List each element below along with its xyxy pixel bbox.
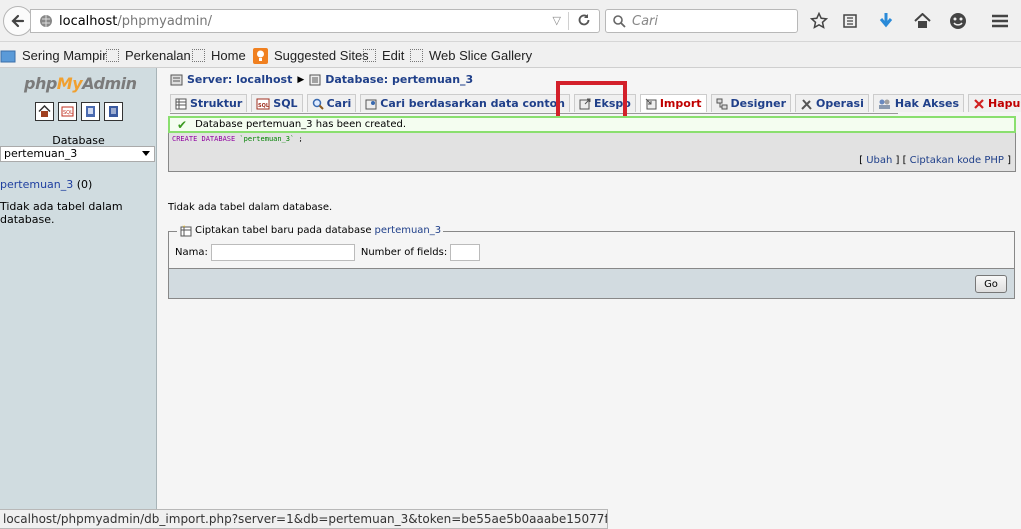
go-button[interactable]: Go xyxy=(975,275,1007,293)
home-icon[interactable] xyxy=(35,102,54,121)
database-icon xyxy=(309,74,321,85)
tab-hapus[interactable]: Hapus xyxy=(968,94,1021,112)
back-button[interactable] xyxy=(3,6,33,36)
globe-icon xyxy=(40,15,52,27)
tab-sql[interactable]: SQL SQL xyxy=(251,94,303,112)
table-count: (0) xyxy=(73,178,93,191)
create-table-footer: Go xyxy=(168,268,1015,299)
download-icon[interactable] xyxy=(876,11,896,31)
database-select[interactable]: pertemuan_3 xyxy=(0,146,155,162)
checkmark-icon: ✔ xyxy=(177,117,188,132)
sql-links: [ Ubah ] [ Ciptakan kode PHP ] xyxy=(859,155,1011,166)
no-tables-note: Tidak ada tabel dalam database. xyxy=(0,200,123,226)
create-table-legend: Ciptakan tabel baru pada database pertemu… xyxy=(177,224,444,237)
svg-text:SQL: SQL xyxy=(258,103,270,109)
sql-query-icon[interactable]: SQL xyxy=(58,102,77,121)
search-icon xyxy=(613,15,626,28)
breadcrumb: Server: localhost ▶ Database: pertemuan_… xyxy=(170,73,473,86)
create-table-form: Ciptakan tabel baru pada database pertemu… xyxy=(168,224,1015,268)
reading-list-icon[interactable] xyxy=(840,11,860,31)
url-bar[interactable]: localhost/phpmyadmin/ ▽ xyxy=(30,9,600,33)
search-bar[interactable]: Cari xyxy=(605,9,798,33)
create-php-code-link[interactable]: Ciptakan kode PHP xyxy=(910,155,1004,166)
success-text: Database pertemuan_3 has been created. xyxy=(195,119,407,130)
bookmarks-toolbar: Sering Mampir Perkenalan Home Suggested … xyxy=(0,42,1021,68)
menu-icon[interactable] xyxy=(990,11,1010,31)
table-name-input[interactable] xyxy=(210,244,355,261)
bookmark-perkenalan[interactable]: Perkenalan xyxy=(106,47,191,64)
url-dropdown-icon[interactable]: ▽ xyxy=(553,14,561,27)
sql-icon: SQL xyxy=(256,98,270,110)
svg-text:SQL: SQL xyxy=(63,110,73,116)
tab-struktur[interactable]: Struktur xyxy=(170,94,248,112)
query-icon xyxy=(365,98,377,110)
reload-icon[interactable] xyxy=(577,13,591,30)
tab-hak-akses[interactable]: Hak Akses xyxy=(872,94,965,112)
quick-icons: SQL xyxy=(35,102,123,121)
breadcrumb-server[interactable]: Server: localhost xyxy=(187,73,292,86)
edit-query-link[interactable]: Ubah xyxy=(866,155,892,166)
privileges-icon xyxy=(878,98,892,110)
database-link[interactable]: pertemuan_3 xyxy=(0,178,73,191)
back-arrow-icon xyxy=(11,14,25,28)
create-table-db-link[interactable]: pertemuan_3 xyxy=(375,225,442,236)
phpmyadmin-logo[interactable]: phpMyAdmin xyxy=(24,74,137,93)
bookmark-home[interactable]: Home xyxy=(192,47,246,64)
search-input[interactable]: Cari xyxy=(632,14,658,29)
bookmark-web-slice-gallery[interactable]: Web Slice Gallery xyxy=(410,47,532,64)
bookmark-suggested-sites[interactable]: Suggested Sites xyxy=(253,47,369,64)
new-table-icon xyxy=(180,224,192,237)
success-message: ✔ Database pertemuan_3 has been created. xyxy=(168,116,1016,133)
tab-cari-berdasarkan-data-contoh[interactable]: Cari berdasarkan data contoh xyxy=(360,94,571,112)
browser-navbar: localhost/phpmyadmin/ ▽ Cari xyxy=(0,0,1021,42)
breadcrumb-separator-icon: ▶ xyxy=(297,74,305,85)
page-icon xyxy=(192,49,205,62)
tab-operasi[interactable]: Operasi xyxy=(795,94,869,112)
sql-query-code: CREATE DATABASE `pertemuan_3` ; xyxy=(172,135,303,143)
tab-divider xyxy=(170,113,898,114)
documentation-icon[interactable] xyxy=(81,102,100,121)
search-icon xyxy=(312,98,324,110)
bookmarks-folder-icon xyxy=(0,50,16,62)
create-table-fields: Nama: Number of fields: xyxy=(175,244,481,261)
page-icon xyxy=(363,49,376,62)
import-icon xyxy=(645,98,657,110)
smiley-icon[interactable] xyxy=(948,11,968,31)
main-pane: Server: localhost ▶ Database: pertemuan_… xyxy=(158,68,1021,509)
server-icon xyxy=(170,74,183,85)
database-entry: pertemuan_3 (0) xyxy=(0,178,92,191)
drop-icon xyxy=(973,98,985,110)
structure-icon xyxy=(175,98,187,110)
name-label: Nama: xyxy=(175,247,208,258)
tab-import[interactable]: Import xyxy=(639,94,707,112)
bookmark-edit[interactable]: Edit xyxy=(363,47,404,64)
bookmark-star-icon[interactable] xyxy=(809,11,829,31)
url-text: localhost/phpmyadmin/ xyxy=(59,13,212,29)
breadcrumb-database[interactable]: Database: pertemuan_3 xyxy=(325,73,473,86)
navigation-pane: phpMyAdmin SQL Database pertemuan_3 pert… xyxy=(0,68,157,509)
tab-designer[interactable]: Designer xyxy=(710,94,791,112)
mysql-docs-icon[interactable] xyxy=(104,102,123,121)
sql-query-box: CREATE DATABASE `pertemuan_3` ; [ Ubah ]… xyxy=(168,133,1016,172)
page-icon xyxy=(410,49,423,62)
designer-icon xyxy=(716,98,728,110)
number-of-fields-label: Number of fields: xyxy=(360,247,448,258)
chevron-down-icon xyxy=(142,151,150,156)
bookmark-sering-mampir[interactable]: Sering Mampir xyxy=(0,47,107,64)
suggested-sites-icon xyxy=(253,47,268,64)
number-of-fields-input[interactable] xyxy=(450,244,481,261)
operations-icon xyxy=(800,98,813,110)
tab-cari[interactable]: Cari xyxy=(306,94,357,112)
page-icon xyxy=(106,49,119,62)
home-icon[interactable] xyxy=(912,11,932,31)
status-bar-url: localhost/phpmyadmin/db_import.php?serve… xyxy=(0,509,608,529)
no-tables-message: Tidak ada tabel dalam database. xyxy=(168,202,333,213)
